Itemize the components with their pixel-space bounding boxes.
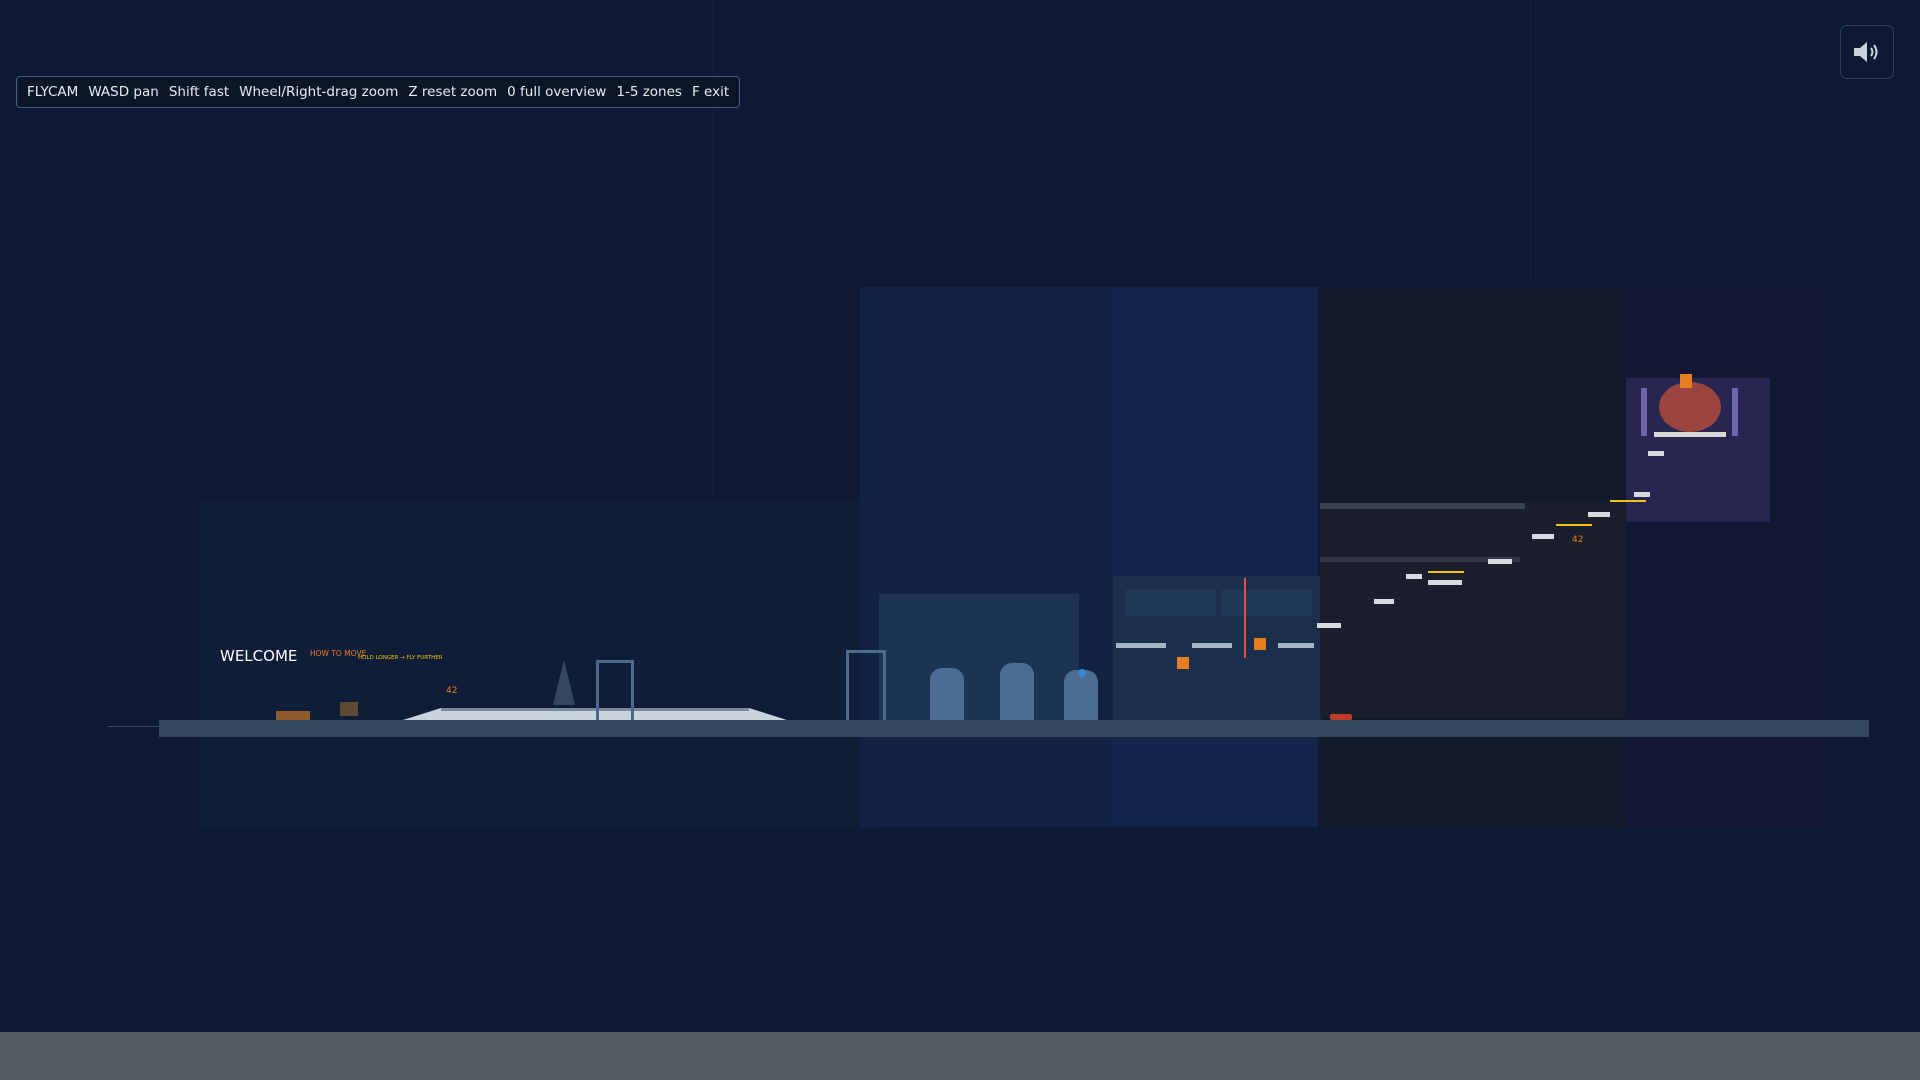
zone-4-roof bbox=[1320, 503, 1525, 509]
yellow-rail bbox=[1428, 571, 1464, 573]
hud-item-shift-fast: Shift fast bbox=[168, 84, 230, 100]
zone-5-portal bbox=[1659, 382, 1721, 432]
stair-platform bbox=[1648, 451, 1664, 456]
yellow-rail bbox=[1610, 500, 1646, 502]
stair-platform bbox=[1406, 574, 1422, 579]
stair-platform bbox=[1317, 623, 1341, 628]
zone-5-crown bbox=[1680, 374, 1692, 388]
stair-platform bbox=[1488, 559, 1512, 564]
hud-item-z-reset-zoom: Z reset zoom bbox=[408, 84, 498, 100]
zone-5-pillar bbox=[1732, 388, 1738, 436]
hud-item-f-exit: F exit bbox=[691, 84, 730, 100]
speaker-volume-icon bbox=[1854, 42, 1878, 62]
platform bbox=[1116, 643, 1166, 648]
welcome-title: WELCOME bbox=[220, 647, 298, 665]
zone-3-area bbox=[1110, 287, 1320, 827]
stair-platform bbox=[1588, 512, 1610, 517]
zone-2-area bbox=[860, 287, 1110, 827]
crate bbox=[340, 702, 358, 716]
hud-item-full-overview: 0 full overview bbox=[507, 84, 607, 100]
zone-2-building bbox=[879, 594, 1079, 720]
hud-item-wasd-pan: WASD pan bbox=[88, 84, 159, 100]
score-label: 42 bbox=[446, 686, 458, 696]
hud-item-flycam: FLYCAM bbox=[27, 84, 79, 100]
zone-5-pillar bbox=[1641, 388, 1647, 436]
score-label: 42 bbox=[1572, 535, 1584, 545]
yellow-rail bbox=[1556, 524, 1592, 526]
stair-platform bbox=[1634, 492, 1650, 497]
orb bbox=[1078, 669, 1086, 677]
sound-toggle-button[interactable] bbox=[1840, 25, 1894, 79]
platform bbox=[1192, 643, 1232, 648]
hazard-box bbox=[1254, 638, 1266, 650]
ramp-shape bbox=[403, 708, 787, 720]
zone-3-panel bbox=[1126, 590, 1216, 616]
hud-item-wheel-zoom: Wheel/Right-drag zoom bbox=[239, 84, 399, 100]
gate-frame bbox=[596, 660, 634, 720]
ground bbox=[159, 720, 1869, 737]
game-viewport[interactable]: WELCOME HOW TO MOVE HOLD LONGER → FLY FU… bbox=[0, 0, 1920, 1032]
platform bbox=[1278, 643, 1314, 648]
bottom-bar bbox=[0, 1032, 1920, 1080]
zone-5-platform bbox=[1654, 432, 1726, 437]
red-vehicle bbox=[1330, 714, 1352, 720]
ramp bbox=[403, 704, 787, 720]
ground-edge-line bbox=[108, 726, 160, 727]
pillar bbox=[1000, 663, 1034, 720]
zone-1-area bbox=[200, 500, 880, 830]
stair-platform bbox=[1428, 580, 1462, 585]
zone-5-area bbox=[1626, 287, 1824, 827]
hud-item-zones: 1-5 zones bbox=[616, 84, 682, 100]
flycam-controls-bar: FLYCAM WASD pan Shift fast Wheel/Right-d… bbox=[16, 76, 741, 108]
pillar bbox=[1064, 670, 1098, 720]
gate-frame bbox=[846, 650, 886, 720]
laser bbox=[1244, 578, 1246, 658]
hazard-box bbox=[1177, 657, 1189, 669]
stair-platform bbox=[1374, 599, 1394, 604]
crate bbox=[276, 711, 310, 720]
spike bbox=[553, 660, 575, 705]
zone-3-panel bbox=[1222, 590, 1312, 616]
hold-longer-label: HOLD LONGER → FLY FURTHER bbox=[358, 655, 443, 661]
pillar bbox=[930, 668, 964, 720]
stair-platform bbox=[1532, 534, 1554, 539]
